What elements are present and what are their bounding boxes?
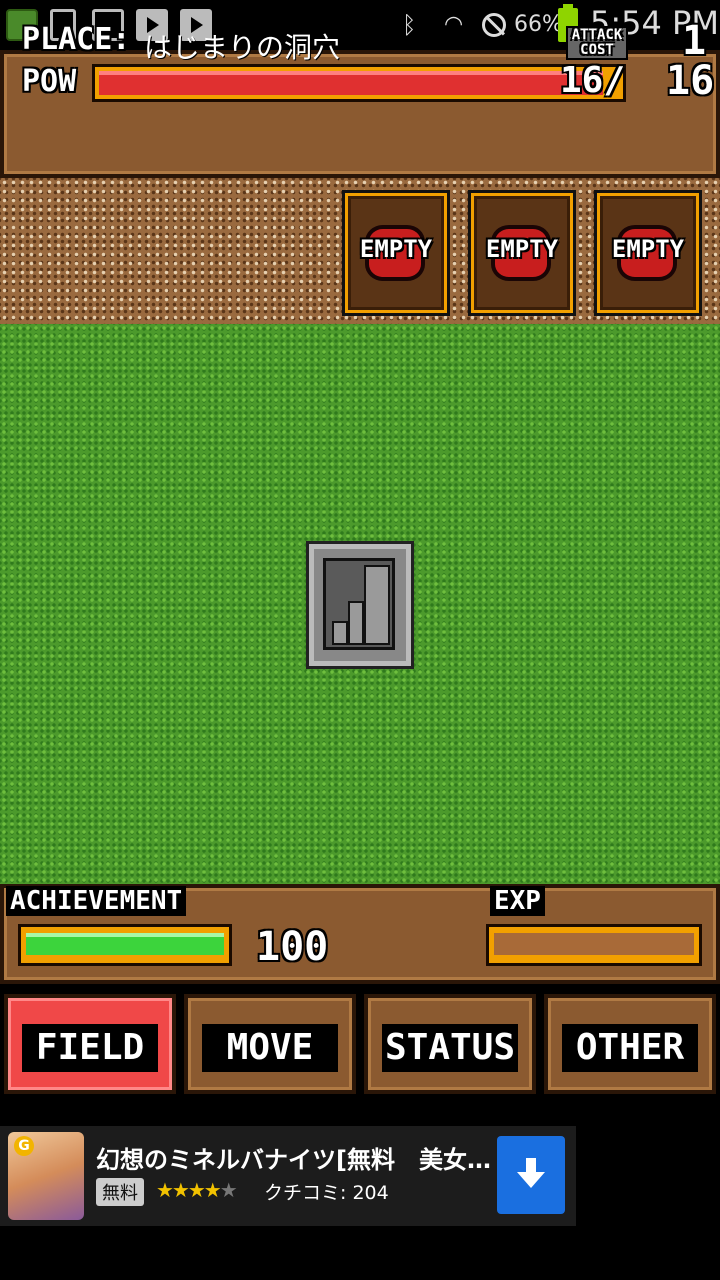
place-label: PLACE: bbox=[22, 22, 131, 57]
door-panel bbox=[364, 565, 390, 645]
achievement-bar bbox=[18, 924, 232, 966]
door-panel bbox=[348, 601, 364, 645]
ad-badge: G bbox=[14, 1136, 34, 1156]
move-button[interactable]: MOVE bbox=[184, 994, 356, 1094]
ad-stars-empty: ★ bbox=[219, 1178, 238, 1202]
status-button-label: STATUS bbox=[382, 1024, 518, 1072]
place-name: はじまりの洞穴 bbox=[144, 31, 341, 64]
stone-door[interactable] bbox=[306, 541, 414, 669]
download-arrow-icon bbox=[517, 1158, 545, 1190]
achievement-value: 100 bbox=[256, 924, 329, 970]
status-button[interactable]: STATUS bbox=[364, 994, 536, 1094]
do-not-disturb-icon bbox=[482, 13, 506, 37]
ad-rating: ★★★★★ bbox=[156, 1178, 238, 1202]
battery-percent: 66% bbox=[514, 12, 563, 37]
attack-cost-label: ATTACK COST bbox=[566, 26, 628, 60]
pow-label: POW bbox=[22, 64, 77, 99]
item-slot-2[interactable]: EMPTY bbox=[468, 190, 576, 316]
item-slot-1[interactable]: EMPTY bbox=[342, 190, 450, 316]
download-button[interactable] bbox=[497, 1136, 565, 1214]
ad-app-icon: G bbox=[8, 1132, 84, 1220]
pow-bar-fill bbox=[99, 71, 603, 95]
wifi-icon: ◠ bbox=[444, 12, 464, 37]
pow-max-value: 16 bbox=[666, 58, 715, 104]
ad-banner[interactable]: G 幻想のミネルバナイツ[無料 美女… 無料 ★★★★★ クチコミ: 204 bbox=[0, 1126, 576, 1226]
exp-label: EXP bbox=[490, 886, 545, 916]
exp-bar bbox=[486, 924, 702, 966]
other-button[interactable]: OTHER bbox=[544, 994, 716, 1094]
slot-label: EMPTY bbox=[485, 235, 559, 263]
exp-bar-track bbox=[494, 933, 694, 955]
pow-bar bbox=[92, 64, 626, 102]
other-button-label: OTHER bbox=[562, 1024, 698, 1072]
item-slot-3[interactable]: EMPTY bbox=[594, 190, 702, 316]
ad-title: 幻想のミネルバナイツ[無料 美女… bbox=[96, 1146, 491, 1174]
slot-label: EMPTY bbox=[611, 235, 685, 263]
achievement-label: ACHIEVEMENT bbox=[6, 886, 187, 916]
bluetooth-icon: ᛒ bbox=[402, 11, 417, 39]
door-panel bbox=[332, 621, 348, 645]
slot-label: EMPTY bbox=[359, 235, 433, 263]
door-interior bbox=[323, 558, 395, 650]
move-button-label: MOVE bbox=[202, 1024, 338, 1072]
ad-free-badge: 無料 bbox=[96, 1178, 144, 1206]
ad-review-count: クチコミ: 204 bbox=[264, 1182, 389, 1204]
ad-stars-filled: ★★★★ bbox=[156, 1178, 222, 1202]
field-button[interactable]: FIELD bbox=[4, 994, 176, 1094]
achievement-bar-fill bbox=[26, 933, 224, 955]
field-button-label: FIELD bbox=[22, 1024, 158, 1072]
pow-value: 16/ bbox=[560, 60, 626, 101]
